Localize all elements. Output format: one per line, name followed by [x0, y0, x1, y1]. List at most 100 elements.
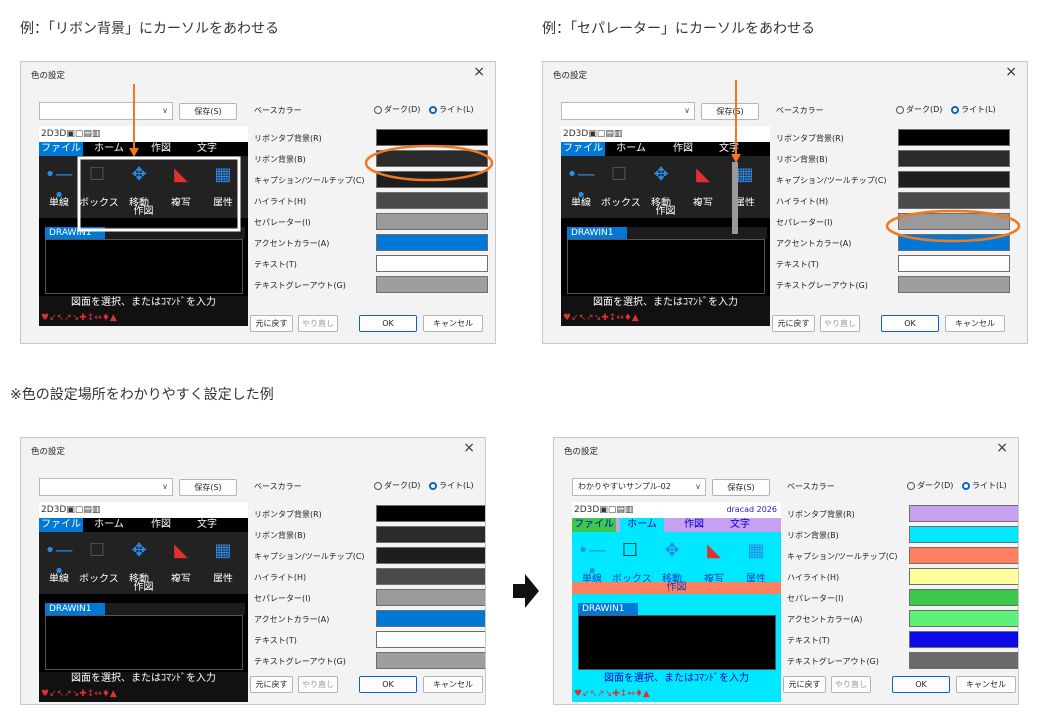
preset-select[interactable]: わかりやすいサンプル-02 ∨ — [572, 478, 706, 496]
box-icon[interactable]: ☐ — [82, 164, 112, 185]
save-button[interactable]: 保存(S) — [701, 103, 759, 120]
close-button[interactable]: × — [1005, 64, 1017, 80]
color-settings-dialog-4-custom: 色の設定 × わかりやすいサンプル-02 ∨ 保存(S) ベースカラー ダーク(D) ライト… — [553, 437, 1019, 705]
ok-button[interactable]: OK — [359, 315, 417, 332]
box-icon[interactable]: ☐ — [82, 540, 112, 561]
color-swatch[interactable] — [376, 526, 485, 543]
dialog-title: 色の設定 — [564, 447, 599, 457]
ok-button[interactable]: OK — [881, 315, 939, 332]
cancel-button[interactable]: キャンセル — [423, 676, 483, 693]
dialog-title: 色の設定 — [553, 71, 588, 81]
copy-icon[interactable]: ◣ — [166, 540, 196, 561]
color-swatch[interactable] — [376, 171, 488, 188]
save-button[interactable]: 保存(S) — [179, 479, 237, 496]
color-swatch[interactable] — [909, 631, 1018, 648]
color-swatch[interactable] — [376, 568, 485, 585]
color-swatch[interactable] — [376, 129, 488, 146]
revert-button[interactable]: 元に戻す — [772, 315, 815, 332]
radio-dark[interactable] — [907, 481, 915, 490]
close-button[interactable]: × — [996, 440, 1008, 456]
box-icon[interactable]: ☐ — [615, 540, 645, 561]
save-button[interactable]: 保存(S) — [179, 103, 237, 120]
color-row: ハイライト(H) — [787, 566, 1018, 587]
color-swatch[interactable] — [376, 610, 485, 627]
move-icon[interactable]: ✥ — [124, 540, 154, 561]
color-swatch[interactable] — [909, 526, 1018, 543]
color-row: テキスト(T) — [787, 629, 1018, 650]
radio-dark[interactable] — [374, 481, 382, 490]
close-button[interactable]: × — [463, 440, 475, 456]
move-icon[interactable]: ✥ — [646, 164, 676, 185]
copy-icon[interactable]: ◣ — [166, 164, 196, 185]
move-icon[interactable]: ✥ — [657, 540, 687, 561]
color-swatch[interactable] — [898, 192, 1010, 209]
ok-button[interactable]: OK — [892, 676, 950, 693]
attribute-icon[interactable]: ▦ — [208, 164, 238, 185]
color-swatch[interactable] — [376, 213, 488, 230]
color-swatch[interactable] — [898, 150, 1010, 167]
attribute-icon[interactable]: ▦ — [730, 164, 760, 185]
color-row: リボンタブ背景(R) — [776, 127, 1016, 148]
radio-dark[interactable] — [374, 105, 382, 114]
preview-bottom-icons: ♥↙↖↗↘✚↕↔♦▲ — [561, 310, 770, 326]
color-swatch[interactable] — [898, 255, 1010, 272]
redo-button[interactable]: やり直し — [298, 676, 338, 693]
color-swatch[interactable] — [898, 234, 1010, 251]
radio-light[interactable] — [950, 105, 959, 114]
redo-button[interactable]: やり直し — [298, 315, 338, 332]
copy-icon[interactable]: ◣ — [688, 164, 718, 185]
revert-button[interactable]: 元に戻す — [250, 676, 293, 693]
radio-dark-label: ダーク(D) — [906, 105, 943, 114]
revert-button[interactable]: 元に戻す — [783, 676, 826, 693]
preview-tabs: ファイル ホーム 作図 文字 — [561, 142, 770, 156]
cancel-button[interactable]: キャンセル — [945, 315, 1005, 332]
color-swatch[interactable] — [376, 505, 485, 522]
box-icon[interactable]: ☐ — [604, 164, 634, 185]
color-swatch[interactable] — [376, 589, 485, 606]
redo-button[interactable]: やり直し — [831, 676, 871, 693]
cancel-button[interactable]: キャンセル — [956, 676, 1016, 693]
redo-button[interactable]: やり直し — [820, 315, 860, 332]
color-swatch[interactable] — [376, 234, 488, 251]
color-swatch[interactable] — [898, 276, 1010, 293]
color-swatch[interactable] — [909, 505, 1018, 522]
color-swatch[interactable] — [909, 589, 1018, 606]
preset-select[interactable]: ∨ — [39, 478, 173, 496]
attribute-icon[interactable]: ▦ — [741, 540, 771, 561]
preset-select[interactable]: ∨ — [561, 102, 695, 120]
radio-dark[interactable] — [896, 105, 904, 114]
color-swatch[interactable] — [909, 568, 1018, 585]
color-row-label: リボン背景(B) — [776, 155, 828, 164]
color-swatch[interactable] — [376, 631, 485, 648]
attribute-icon[interactable]: ▦ — [208, 540, 238, 561]
color-swatch[interactable] — [376, 276, 488, 293]
radio-light[interactable] — [961, 481, 970, 490]
preview-group-label: 作図 — [561, 206, 770, 218]
color-swatch[interactable] — [898, 129, 1010, 146]
color-swatch[interactable] — [376, 150, 488, 167]
color-row: リボンタブ背景(R) — [254, 127, 494, 148]
move-icon[interactable]: ✥ — [124, 164, 154, 185]
close-button[interactable]: × — [473, 64, 485, 80]
save-button[interactable]: 保存(S) — [712, 479, 770, 496]
radio-light[interactable] — [428, 105, 437, 114]
color-swatch[interactable] — [909, 547, 1018, 564]
ok-button[interactable]: OK — [359, 676, 417, 693]
revert-button[interactable]: 元に戻す — [250, 315, 293, 332]
color-swatch[interactable] — [376, 192, 488, 209]
color-swatch[interactable] — [376, 255, 488, 272]
color-swatch[interactable] — [376, 547, 485, 564]
color-swatch[interactable] — [909, 610, 1018, 627]
color-swatch[interactable] — [898, 171, 1010, 188]
color-swatch[interactable] — [898, 213, 1010, 230]
color-row-label: リボンタブ背景(R) — [254, 134, 322, 143]
preview-brand: dracad 2026 — [726, 505, 777, 514]
cancel-button[interactable]: キャンセル — [423, 315, 483, 332]
color-swatch[interactable] — [376, 652, 485, 669]
preview-group-label: 作図 — [39, 582, 248, 594]
copy-icon[interactable]: ◣ — [699, 540, 729, 561]
radio-light[interactable] — [428, 481, 437, 490]
color-swatch[interactable] — [909, 652, 1018, 669]
preset-select[interactable]: ∨ — [39, 102, 173, 120]
color-row-label: ハイライト(H) — [776, 197, 829, 206]
